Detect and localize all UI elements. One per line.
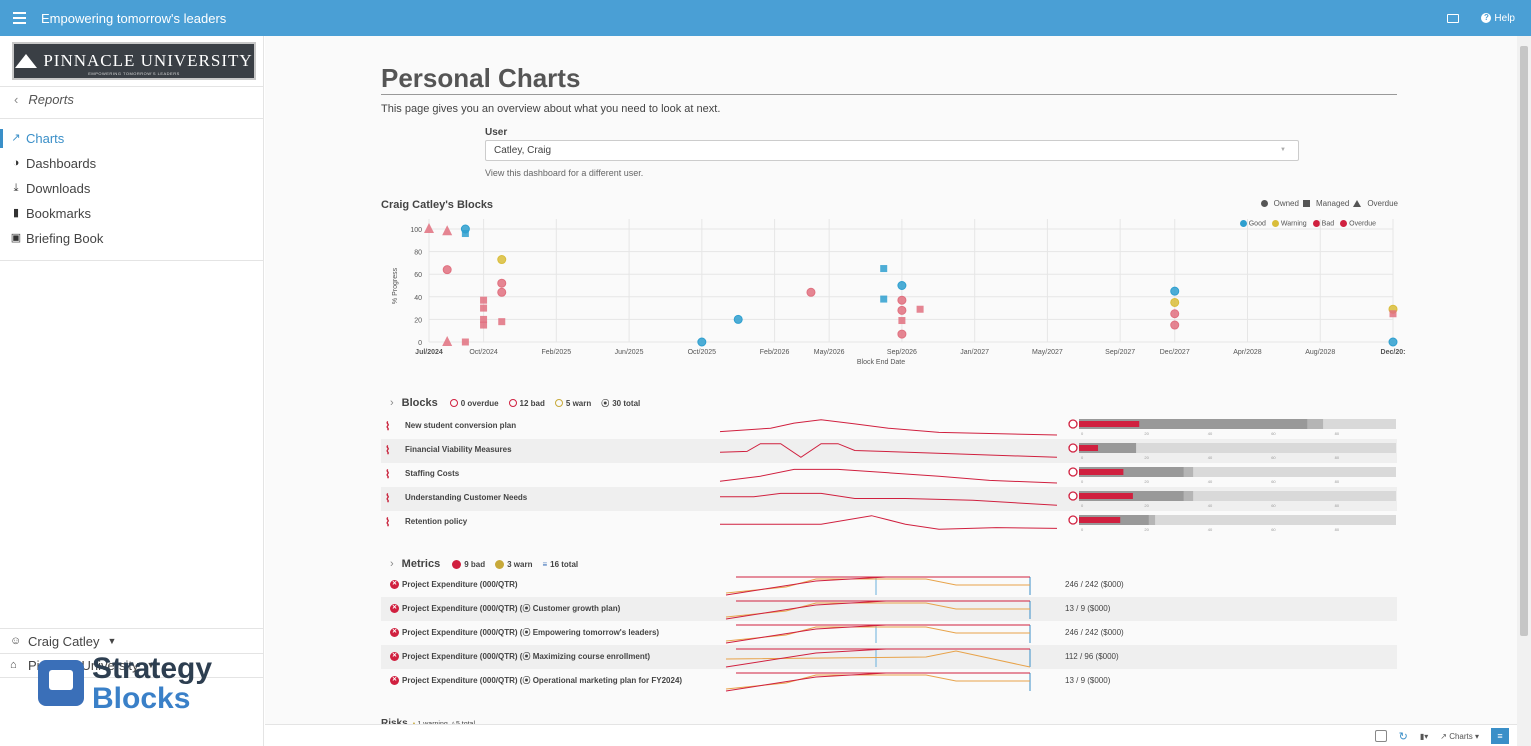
mountain-icon bbox=[15, 54, 38, 68]
sidebar-nav: ↗ Charts ◑ Dashboards ⤓ Downloads ▮ Bookmark… bbox=[0, 126, 263, 251]
sidebar-item-label: Downloads bbox=[26, 181, 91, 196]
user-icon: ☺ bbox=[10, 635, 22, 647]
caret-down-icon: ▼ bbox=[107, 636, 117, 646]
metric-sparkline-target bbox=[725, 624, 1030, 644]
back-label: Reports bbox=[28, 92, 74, 107]
strategyblocks-logo: Strategy Blocks bbox=[38, 648, 238, 715]
chevron-left-icon: ‹ bbox=[14, 92, 19, 107]
metric-sparkline-target bbox=[725, 600, 1030, 620]
help-button[interactable]: ? Help bbox=[1481, 13, 1515, 24]
brand-bottom: Blocks bbox=[92, 682, 191, 715]
logo-text: PINNACLE UNIVERSITY bbox=[43, 51, 253, 70]
briefcase-icon: ▣ bbox=[10, 232, 22, 244]
question-icon: ? bbox=[1481, 13, 1492, 23]
sidebar-item-downloads[interactable]: ⤓ Downloads bbox=[0, 176, 263, 201]
bookmark-icon: ▮ bbox=[12, 207, 20, 219]
download-icon: ⤓ bbox=[13, 182, 19, 194]
save-icon[interactable] bbox=[1374, 730, 1387, 742]
top-bar: Empowering tomorrow's leaders ? Help bbox=[0, 0, 1531, 36]
sidebar-item-label: Briefing Book bbox=[26, 231, 104, 246]
settings-sliders-icon[interactable]: ≡ bbox=[1491, 728, 1509, 744]
university-logo[interactable]: PINNACLE UNIVERSITY EMPOWERING TOMORROW'… bbox=[12, 42, 256, 80]
sidebar-item-label: Charts bbox=[26, 131, 65, 146]
sidebar-item-briefing-book[interactable]: ▣ Briefing Book bbox=[0, 226, 263, 251]
dashboard-icon: ◑ bbox=[12, 157, 20, 169]
bottom-toolbar: ↻ ▮▾ ↗ Charts ▾ ≡ bbox=[265, 724, 1517, 746]
metric-sparkline-actual bbox=[725, 650, 1031, 668]
metrics-sparklines bbox=[725, 576, 1031, 692]
help-label: Help bbox=[1494, 12, 1515, 24]
brand-top: Strategy bbox=[92, 652, 213, 685]
metric-sparkline-target bbox=[725, 576, 1030, 596]
back-to-reports[interactable]: ‹ Reports bbox=[14, 92, 74, 107]
user-name: Craig Catley bbox=[28, 633, 100, 649]
charts-dropdown[interactable]: ↗ Charts ▾ bbox=[1440, 732, 1479, 741]
metric-sparkline-actual bbox=[725, 626, 1030, 642]
institution-icon: ⌂ bbox=[10, 659, 17, 671]
sidebar-item-charts[interactable]: ↗ Charts bbox=[0, 126, 263, 151]
metric-sparkline-actual bbox=[725, 578, 1030, 594]
strategyblocks-mark-icon bbox=[38, 660, 84, 706]
scrollbar-thumb[interactable] bbox=[1520, 46, 1528, 636]
hamburger-menu-icon[interactable] bbox=[13, 12, 33, 24]
sidebar-item-label: Bookmarks bbox=[26, 206, 92, 221]
chart-line-icon: ↗ bbox=[11, 132, 21, 144]
sidebar-item-label: Dashboards bbox=[26, 156, 97, 171]
metric-sparkline-target bbox=[725, 648, 1030, 668]
chart-line-icon: ↗ bbox=[1440, 731, 1447, 741]
metric-sparkline-actual bbox=[725, 674, 1030, 690]
scrollbar[interactable] bbox=[1517, 36, 1531, 746]
main-content: Personal Charts This page gives you an o… bbox=[265, 36, 1517, 746]
sidebar: PINNACLE UNIVERSITY EMPOWERING TOMORROW'… bbox=[0, 36, 264, 746]
sidebar-item-bookmarks[interactable]: ▮ Bookmarks bbox=[0, 201, 263, 226]
logo-subtitle: EMPOWERING TOMORROW'S LEADERS bbox=[88, 71, 180, 76]
metric-sparkline-target bbox=[725, 672, 1030, 692]
refresh-icon[interactable]: ↻ bbox=[1399, 730, 1408, 743]
bookmark-icon[interactable]: ▮▾ bbox=[1420, 732, 1428, 741]
monitor-icon[interactable] bbox=[1447, 13, 1460, 23]
sidebar-item-dashboards[interactable]: ◑ Dashboards bbox=[0, 151, 263, 176]
app-title: Empowering tomorrow's leaders bbox=[41, 10, 227, 26]
metric-sparkline-actual bbox=[725, 602, 1030, 618]
